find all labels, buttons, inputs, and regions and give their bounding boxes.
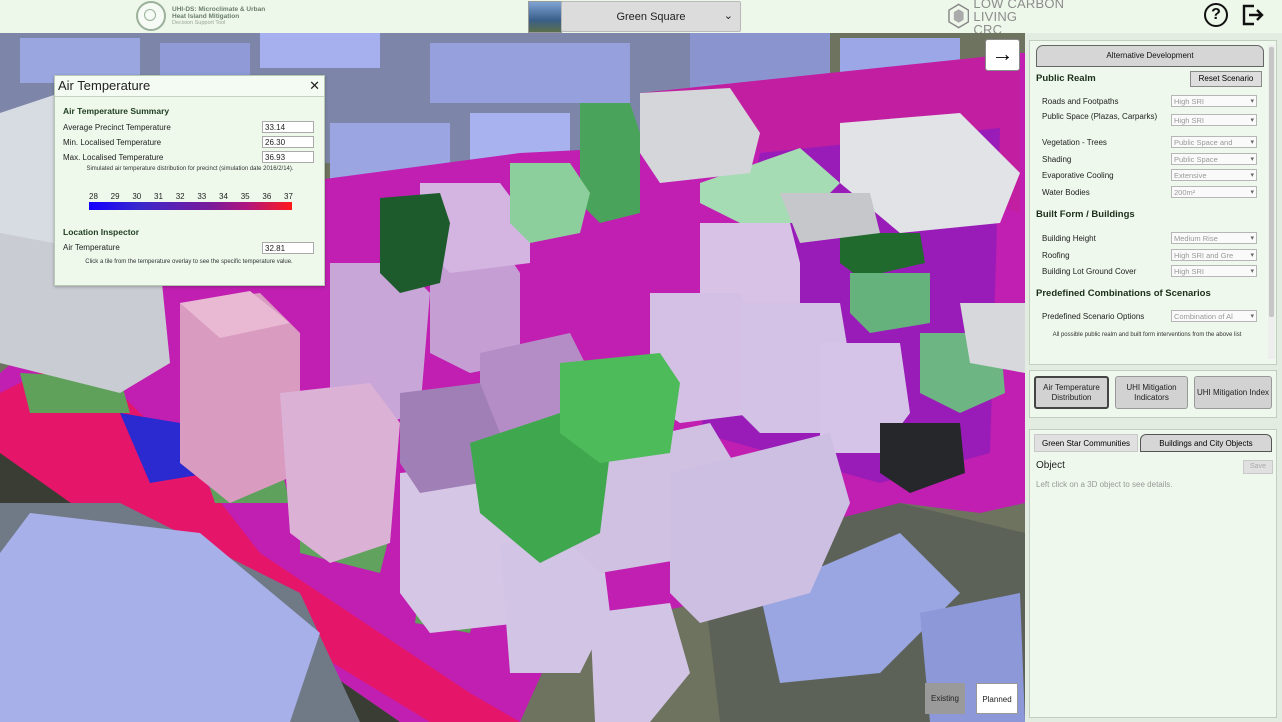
legend-tick: 30 (132, 192, 142, 201)
max-temp-value: 36.93 (262, 151, 314, 163)
public-space-select[interactable]: High SRI ▾ (1171, 114, 1257, 126)
lot-ground-cover-select[interactable]: High SRI ▾ (1171, 265, 1257, 277)
legend-tick: 33 (197, 192, 207, 201)
logo-line1: UHI-DS: Microclimate & Urban (172, 5, 266, 13)
top-bar: UHI-DS: Microclimate & Urban Heat Island… (0, 0, 1282, 36)
logout-icon[interactable] (1240, 3, 1264, 27)
object-label: Object (1036, 460, 1065, 471)
simulation-note: Simulated air temperature distribution f… (86, 166, 294, 172)
analysis-buttons-card: Air Temperature Distribution UHI Mitigat… (1029, 370, 1277, 418)
uhi-mitigation-index-button[interactable]: UHI Mitigation Index (1194, 376, 1272, 409)
uhi-ds-logo[interactable]: UHI-DS: Microclimate & Urban Heat Island… (136, 1, 296, 31)
water-bodies-label: Water Bodies (1042, 188, 1090, 197)
min-temp-value: 26.30 (262, 136, 314, 148)
evaporative-cooling-label: Evaporative Cooling (1042, 171, 1114, 180)
predefined-note: All possible public realm and built form… (1052, 332, 1242, 338)
logo-line2: Heat Island Mitigation (172, 12, 240, 20)
logo-line3: Decision Support Tool (172, 19, 226, 26)
water-bodies-select[interactable]: 200m² ▾ (1171, 186, 1257, 198)
legend-tick: 31 (154, 192, 163, 201)
inspector-value: 32.81 (262, 242, 314, 254)
right-sidebar: Alternative Development Public Realm Res… (1025, 33, 1282, 722)
lot-ground-cover-label: Building Lot Ground Cover (1042, 267, 1137, 276)
predefined-options-label: Predefined Scenario Options (1042, 312, 1145, 321)
chevron-down-icon: ▾ (1250, 156, 1254, 163)
low-carbon-living-logo: LOW CARBON LIVING CRC (948, 0, 1108, 36)
inspector-label: Air Temperature (63, 243, 120, 252)
chevron-down-icon: ▾ (1250, 117, 1254, 124)
chevron-down-icon: ⌄ (723, 10, 733, 22)
reset-scenario-button[interactable]: Reset Scenario (1190, 71, 1262, 87)
chevron-down-icon: ▾ (1250, 252, 1254, 259)
legend-tick: 32 (175, 192, 185, 201)
legend-tick: 35 (240, 192, 250, 201)
chevron-down-icon: ▾ (1250, 313, 1254, 320)
predefined-options-select[interactable]: Combination of Al ▾ (1171, 310, 1257, 322)
building-height-label: Building Height (1042, 234, 1096, 243)
chevron-down-icon: ▾ (1250, 268, 1254, 275)
crc-logo-icon (948, 3, 970, 29)
roads-label: Roads and Footpaths (1042, 97, 1119, 106)
temperature-legend-bar (89, 202, 292, 210)
precinct-select-value: Green Square (616, 10, 686, 23)
object-info-card: Green Star Communities Buildings and Cit… (1029, 429, 1277, 718)
air-summary-title: Air Temperature Summary (63, 106, 170, 116)
existing-toggle[interactable]: Existing (925, 683, 965, 714)
air-temperature-panel-title: Air Temperature (58, 78, 151, 93)
chevron-down-icon: ▾ (1250, 98, 1254, 105)
object-hint: Left click on a 3D object to see details… (1036, 480, 1173, 489)
temperature-legend-ticks: 28 29 30 31 32 33 34 35 36 37 (89, 192, 293, 201)
air-temperature-panel-header: Air Temperature ✕ (55, 76, 324, 97)
tab-buildings-and-city-objects[interactable]: Buildings and City Objects (1140, 434, 1272, 452)
close-icon[interactable]: ✕ (309, 76, 320, 96)
tab-alternative-development[interactable]: Alternative Development (1036, 45, 1264, 67)
roofing-select[interactable]: High SRI and Gre ▾ (1171, 249, 1257, 261)
shading-label: Shading (1042, 155, 1072, 164)
evaporative-cooling-select[interactable]: Extensive ▾ (1171, 169, 1257, 181)
help-button[interactable]: ? (1204, 3, 1228, 27)
vegetation-select[interactable]: Public Space and ▾ (1171, 136, 1257, 148)
predefined-combinations-title: Predefined Combinations of Scenarios (1036, 288, 1211, 299)
scenario-card: Alternative Development Public Realm Res… (1029, 40, 1277, 365)
uhi-ds-logo-icon (136, 1, 166, 31)
shading-select[interactable]: Public Space ▾ (1171, 153, 1257, 165)
public-space-label: Public Space (Plazas, Carparks) (1042, 112, 1158, 121)
location-inspector-title: Location Inspector (63, 227, 140, 237)
legend-tick: 29 (110, 192, 120, 201)
scenario-scrollbar[interactable] (1268, 45, 1275, 359)
chevron-down-icon: ▾ (1250, 172, 1254, 179)
chevron-down-icon: ▾ (1250, 189, 1254, 196)
vegetation-label: Vegetation - Trees (1042, 138, 1107, 147)
legend-tick: 36 (262, 192, 272, 201)
precinct-thumbnail (528, 1, 562, 33)
crc-logo-line1: LOW CARBON LIVING (973, 0, 1065, 24)
roofing-label: Roofing (1042, 251, 1070, 260)
roads-select[interactable]: High SRI ▾ (1171, 95, 1257, 107)
max-temp-label: Max. Localised Temperature (63, 153, 164, 162)
public-realm-title: Public Realm (1036, 73, 1096, 84)
air-temperature-panel: Air Temperature ✕ Air Temperature Summar… (54, 75, 325, 286)
building-height-select[interactable]: Medium Rise ▾ (1171, 232, 1257, 244)
avg-temp-label: Average Precinct Temperature (63, 123, 171, 132)
collapse-panel-button[interactable]: → (985, 39, 1020, 71)
save-button[interactable]: Save (1243, 460, 1273, 474)
min-temp-label: Min. Localised Temperature (63, 138, 162, 147)
scrollbar-thumb[interactable] (1269, 47, 1274, 317)
uhi-mitigation-indicators-button[interactable]: UHI Mitigation Indicators (1115, 376, 1188, 409)
legend-tick: 34 (219, 192, 228, 201)
built-form-title: Built Form / Buildings (1036, 209, 1135, 220)
planned-toggle[interactable]: Planned (976, 683, 1018, 714)
air-temperature-distribution-button[interactable]: Air Temperature Distribution (1034, 376, 1109, 409)
chevron-down-icon: ▾ (1250, 235, 1254, 242)
chevron-down-icon: ▾ (1250, 139, 1254, 146)
precinct-select[interactable]: Green Square ⌄ (561, 1, 741, 32)
tab-green-star-communities[interactable]: Green Star Communities (1034, 434, 1138, 452)
legend-tick: 37 (284, 192, 293, 201)
legend-tick: 28 (89, 192, 98, 201)
inspector-note: Click a tile from the temperature overla… (85, 259, 293, 265)
avg-temp-value: 33.14 (262, 121, 314, 133)
